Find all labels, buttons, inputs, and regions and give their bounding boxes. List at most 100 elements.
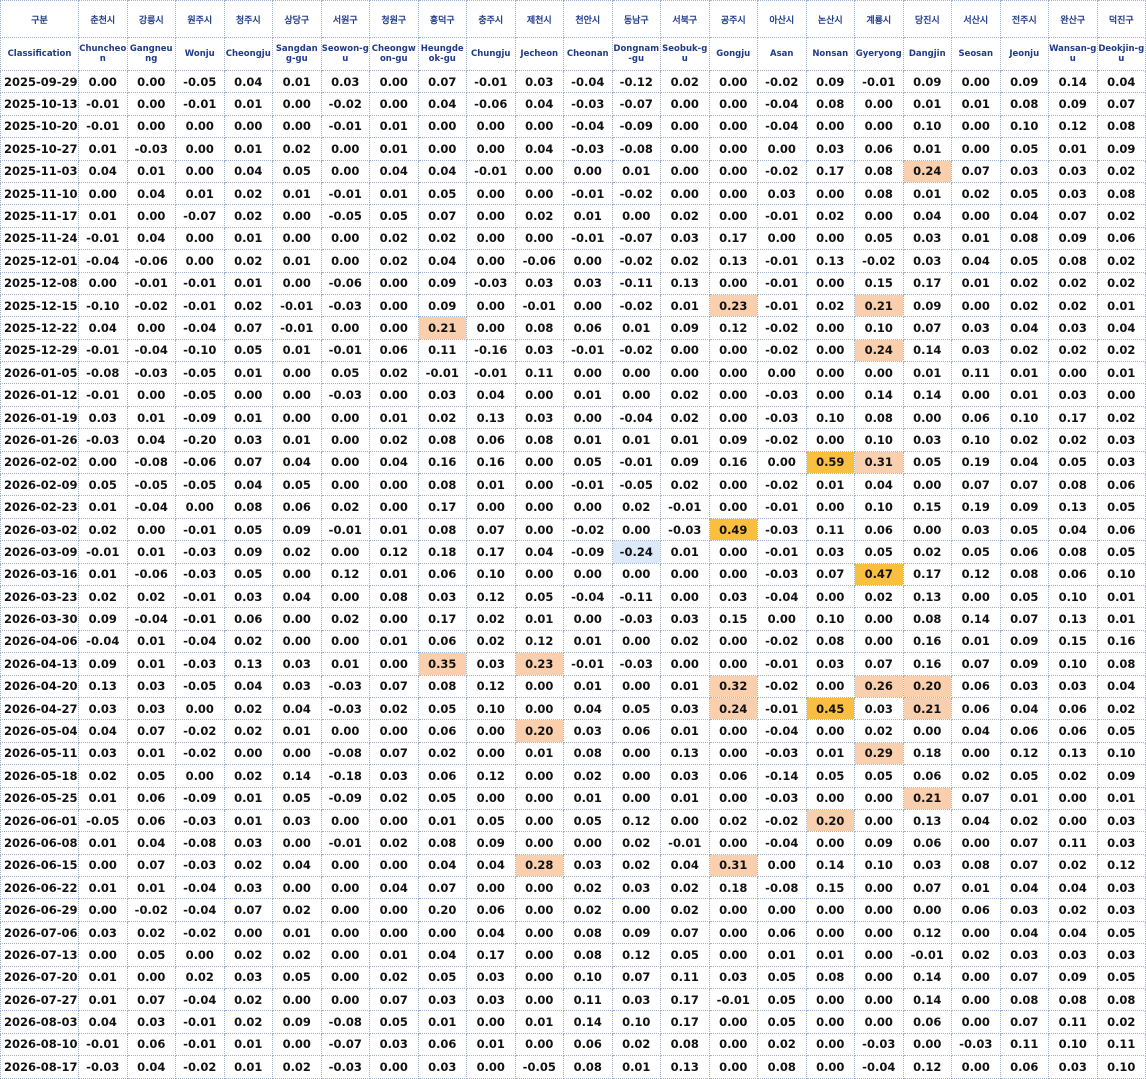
value-cell: 0.02	[1096, 338, 1146, 363]
value-cell: 0.00	[708, 69, 758, 94]
value-cell: -0.06	[320, 271, 370, 295]
value-cell: 0.04	[417, 249, 467, 273]
value-cell: 0.14	[902, 338, 952, 363]
value-cell: 0.08	[854, 405, 904, 430]
value-cell: 0.24	[902, 159, 952, 183]
value-cell: -0.03	[757, 562, 807, 586]
value-cell: 0.07	[417, 876, 467, 900]
value-cell: 0.01	[611, 428, 661, 452]
value-cell: 0.04	[223, 473, 273, 497]
column-header-ko: 동남구	[611, 0, 661, 38]
value-cell: 0.00	[466, 226, 516, 251]
value-cell: -0.02	[757, 808, 807, 833]
column-header-en: Seowon-gu	[320, 37, 370, 71]
value-cell: 0.00	[854, 786, 904, 810]
value-cell: 0.05	[854, 540, 904, 564]
value-cell: 0.00	[126, 517, 176, 542]
row-date: 2026-07-13	[0, 943, 79, 967]
value-cell: 0.04	[951, 808, 1001, 833]
value-cell: 0.03	[999, 159, 1049, 183]
value-cell: 0.29	[854, 741, 904, 766]
value-cell: 0.00	[611, 517, 661, 542]
value-cell: 0.02	[611, 853, 661, 878]
value-cell: -0.07	[320, 1032, 370, 1057]
value-cell: 0.00	[805, 271, 855, 295]
table-row: 2026-07-13 0.00 0.05 0.00 0.02 0.02 0.00 0.01 0.…	[0, 943, 1146, 967]
table-row: 2026-06-01 -0.05 0.06 -0.03 0.01 0.03 0.00 0.00…	[0, 808, 1146, 833]
value-cell: 0.02	[1048, 293, 1098, 318]
value-cell: 0.06	[999, 719, 1049, 743]
value-cell: 0.02	[805, 204, 855, 228]
value-cell: 0.08	[805, 965, 855, 990]
value-cell: 0.00	[369, 1055, 419, 1079]
value-cell: 0.00	[272, 562, 322, 586]
row-date: 2026-01-26	[0, 428, 79, 452]
value-cell: 0.02	[369, 831, 419, 855]
value-cell: 0.07	[126, 988, 176, 1012]
value-cell: 0.05	[369, 1010, 419, 1034]
value-cell: 0.01	[951, 271, 1001, 295]
value-cell: 0.02	[369, 361, 419, 385]
value-cell: 0.00	[320, 853, 370, 878]
value-cell: 0.03	[660, 607, 710, 631]
value-cell: -0.02	[320, 92, 370, 116]
value-cell: 0.05	[1096, 719, 1146, 743]
value-cell: 0.12	[514, 629, 564, 654]
value-cell: 0.05	[999, 764, 1049, 788]
table-row: 2025-10-20 -0.01 0.00 0.00 0.00 0.00 -0.01 0.01…	[0, 114, 1146, 139]
value-cell: -0.01	[320, 831, 370, 855]
value-cell: 0.02	[223, 1010, 273, 1034]
value-cell: 0.00	[272, 831, 322, 855]
value-cell: 0.07	[660, 920, 710, 945]
value-cell: 0.06	[272, 495, 322, 519]
value-cell: 0.01	[951, 92, 1001, 116]
value-cell: 0.17	[805, 159, 855, 183]
value-cell: 0.04	[1048, 876, 1098, 900]
table-row: 2026-05-18 0.02 0.05 0.00 0.02 0.14 -0.18 0.03 0…	[0, 764, 1146, 788]
column-header-ko: 완산구	[1048, 0, 1098, 38]
value-cell: 0.02	[999, 271, 1049, 295]
value-cell: 0.00	[320, 876, 370, 900]
value-cell: 0.03	[417, 383, 467, 407]
value-cell: 0.06	[611, 719, 661, 743]
value-cell: 0.00	[951, 293, 1001, 318]
table-row: 2026-03-09 -0.01 0.01 -0.03 0.09 0.02 0.00 0.12…	[0, 540, 1146, 564]
value-cell: -0.01	[563, 652, 613, 676]
row-date: 2026-05-04	[0, 719, 79, 743]
value-cell: 0.01	[272, 338, 322, 363]
row-date: 2026-03-02	[0, 517, 79, 542]
value-cell: 0.00	[223, 741, 273, 766]
value-cell: 0.04	[1048, 517, 1098, 542]
value-cell: -0.04	[175, 876, 225, 900]
value-cell: 0.00	[126, 383, 176, 407]
value-cell: -0.03	[320, 383, 370, 407]
column-header-en: Cheongju	[223, 37, 273, 71]
value-cell: 0.01	[78, 495, 128, 519]
value-cell: 0.02	[660, 383, 710, 407]
value-cell: 0.00	[320, 898, 370, 922]
value-cell: 0.09	[417, 293, 467, 318]
row-date: 2026-04-06	[0, 629, 79, 654]
value-cell: 0.00	[466, 137, 516, 161]
value-cell: -0.03	[563, 92, 613, 116]
row-date: 2026-06-08	[0, 831, 79, 855]
value-cell: 0.09	[223, 540, 273, 564]
value-cell: 0.18	[417, 540, 467, 564]
value-cell: 0.02	[1096, 204, 1146, 228]
value-cell: 0.01	[514, 607, 564, 631]
value-cell: 0.05	[611, 696, 661, 721]
value-cell: 0.00	[660, 159, 710, 183]
value-cell: 0.01	[757, 943, 807, 967]
value-cell: 0.01	[272, 181, 322, 206]
value-cell: 0.02	[223, 853, 273, 878]
value-cell: 0.01	[272, 920, 322, 945]
value-cell: 0.00	[854, 876, 904, 900]
value-cell: 0.03	[563, 853, 613, 878]
value-cell: 0.12	[708, 316, 758, 340]
value-cell: 0.02	[272, 898, 322, 922]
value-cell: -0.04	[757, 831, 807, 855]
value-cell: 0.01	[126, 652, 176, 676]
value-cell: 0.00	[708, 181, 758, 206]
value-cell: 0.00	[466, 293, 516, 318]
value-cell: 0.04	[466, 853, 516, 878]
